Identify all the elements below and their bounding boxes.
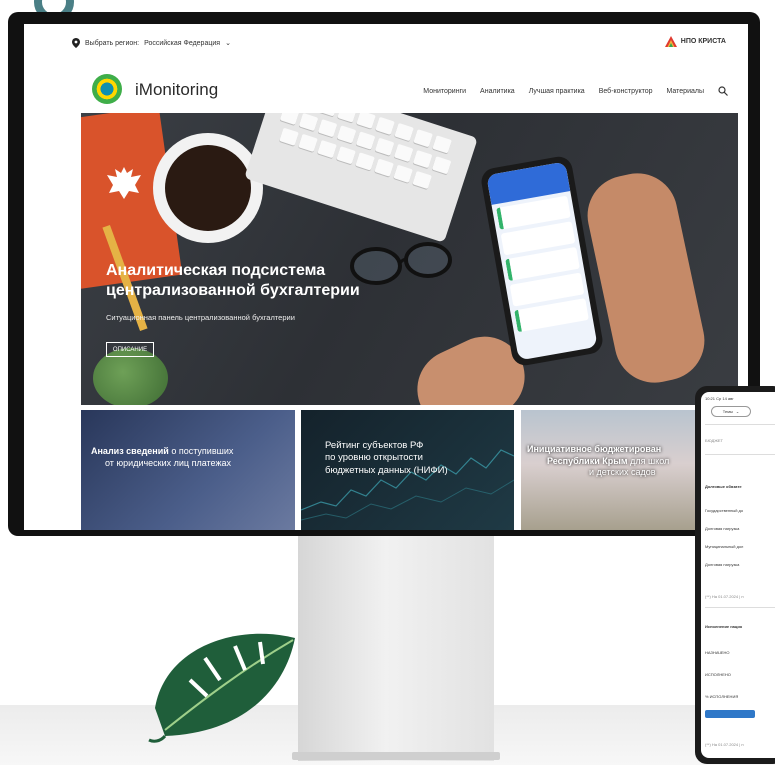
- monitor-frame: Выбрать регион: Российская Федерация ⌄ Н…: [8, 12, 760, 536]
- krista-brand[interactable]: НПО КРИСТА: [664, 36, 726, 47]
- debt-footnote: (**) На 01.07.2024 | н: [705, 594, 744, 599]
- nav-item-best-practice[interactable]: Лучшая практика: [529, 88, 585, 95]
- hero-title-line2: централизованной бухгалтерии: [106, 282, 360, 299]
- nav-item-analytics[interactable]: Аналитика: [480, 88, 515, 95]
- hero-banner[interactable]: Аналитическая подсистема централизованно…: [81, 113, 738, 405]
- description-button[interactable]: ОПИСАНИЕ: [106, 342, 154, 357]
- hero-title: Аналитическая подсистема централизованно…: [106, 261, 406, 301]
- execution-progress-bar: [705, 710, 755, 718]
- krista-logo-icon: [664, 36, 677, 47]
- card-initiative-text: Инициативное бюджетирован Республики Кры…: [527, 444, 670, 478]
- logo-text[interactable]: iMonitoring: [135, 80, 218, 100]
- execution-footnote: (**) На 01.07.2024 | н: [705, 742, 744, 747]
- site-header: iMonitoring Мониторинги Аналитика Лучшая…: [84, 68, 738, 112]
- chevron-down-icon[interactable]: ⌄: [225, 39, 231, 47]
- tablet-status-bar: 10:21 Ср 14 авг: [705, 396, 734, 401]
- monstera-leaf-image: [148, 633, 295, 743]
- execution-row: ИСПОЛНЕНО: [705, 672, 731, 677]
- card-payments-text: Анализ сведений о поступивших от юридиче…: [91, 446, 234, 468]
- execution-block-title: Исполнение нацио: [705, 624, 743, 629]
- topics-dropdown-label: Темы: [722, 409, 733, 414]
- execution-row: % ИСПОЛНЕНИЯ: [705, 694, 739, 699]
- tablet-screen: 10:21 Ср 14 авг Темы ⌄ БЮДЖЕТ Долговые об…: [701, 392, 775, 758]
- region-value[interactable]: Российская Федерация: [144, 40, 220, 47]
- krista-brand-name: НПО КРИСТА: [680, 38, 726, 45]
- debt-row: Долговая нагрузка: [705, 526, 740, 531]
- keyboard-image: [244, 113, 478, 243]
- topics-dropdown[interactable]: Темы ⌄: [711, 406, 751, 417]
- hero-title-line1: Аналитическая подсистема: [106, 262, 326, 279]
- tablet-device: 10:21 Ср 14 авг Темы ⌄ БЮДЖЕТ Долговые об…: [695, 386, 775, 764]
- monitor-stand: [298, 536, 494, 761]
- search-icon[interactable]: [718, 86, 728, 96]
- execution-row: НАЗНАЧЕНО: [705, 650, 730, 655]
- card-rating-text: Рейтинг субъектов РФ по уровню открытост…: [325, 440, 448, 476]
- debt-row: Долговая нагрузка: [705, 562, 740, 567]
- nav-item-web-constructor[interactable]: Веб-конструктор: [599, 88, 653, 95]
- smartphone-image: [479, 154, 605, 368]
- eagle-crest-icon: [107, 167, 141, 199]
- monitor-screen: Выбрать регион: Российская Федерация ⌄ Н…: [24, 24, 748, 530]
- hand-image: [580, 165, 712, 391]
- debt-block-title: Долговые обязате: [705, 484, 742, 489]
- monitor-stand-foot: [292, 752, 500, 760]
- nav-item-monitoring[interactable]: Мониторинги: [423, 88, 466, 95]
- card-payments-analysis[interactable]: Анализ сведений о поступивших от юридиче…: [81, 410, 295, 530]
- tablet-section-title: БЮДЖЕТ: [705, 438, 724, 443]
- card-openness-rating[interactable]: Рейтинг субъектов РФ по уровню открытост…: [301, 410, 514, 530]
- nav-item-materials[interactable]: Материалы: [667, 88, 704, 95]
- debt-row: Государственный до: [705, 508, 744, 513]
- feature-cards: Анализ сведений о поступивших от юридиче…: [81, 410, 741, 530]
- region-selector[interactable]: Выбрать регион: Российская Федерация ⌄: [72, 38, 231, 48]
- region-label: Выбрать регион:: [85, 39, 140, 47]
- imonitoring-logo-icon[interactable]: [92, 74, 122, 104]
- location-pin-icon: [72, 38, 80, 48]
- coffee-image: [165, 145, 251, 231]
- debt-row: Муниципальный дол: [705, 544, 744, 549]
- chevron-down-icon: ⌄: [735, 409, 740, 414]
- top-bar: Выбрать регион: Российская Федерация ⌄ Н…: [24, 24, 748, 64]
- hero-subtitle: Ситуационная панель централизованной бух…: [106, 313, 295, 322]
- main-nav: Мониторинги Аналитика Лучшая практика Ве…: [423, 86, 728, 96]
